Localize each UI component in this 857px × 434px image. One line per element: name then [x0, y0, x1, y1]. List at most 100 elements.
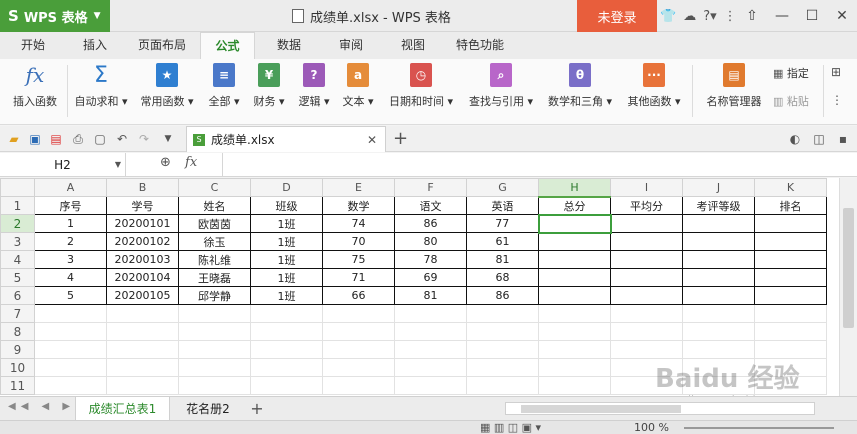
close-doc-icon[interactable]: ▪	[835, 131, 851, 147]
scroll-thumb[interactable]	[521, 405, 681, 413]
cell-I2[interactable]	[610, 214, 683, 233]
cell-A11[interactable]	[34, 376, 107, 395]
cell-K7[interactable]	[754, 304, 827, 323]
cell-D1[interactable]: 班级	[250, 196, 323, 215]
cell-E6[interactable]: 66	[322, 286, 395, 305]
cell-H6[interactable]	[538, 286, 611, 305]
restore-up-icon[interactable]: ⇧	[737, 8, 767, 24]
cell-H1[interactable]: 总分	[538, 196, 611, 215]
cell-E10[interactable]	[322, 358, 395, 377]
row-header[interactable]: 9	[0, 340, 35, 359]
cell-F11[interactable]	[394, 376, 467, 395]
cell-B8[interactable]	[106, 322, 179, 341]
cell-D10[interactable]	[250, 358, 323, 377]
row-header[interactable]: 7	[0, 304, 35, 323]
trace-icon[interactable]: ⊞	[831, 65, 841, 79]
close-tab-icon[interactable]: ✕	[367, 133, 377, 147]
cell-H9[interactable]	[538, 340, 611, 359]
financial-functions-button[interactable]: ¥ 财务 ▾	[249, 63, 289, 109]
cell-H2[interactable]	[537, 213, 612, 234]
date-time-functions-button[interactable]: ◷ 日期和时间 ▾	[384, 63, 458, 109]
doc-action-icon[interactable]: ◐	[787, 131, 803, 147]
cell-F10[interactable]	[394, 358, 467, 377]
cell-E7[interactable]	[322, 304, 395, 323]
column-header[interactable]: A	[34, 178, 107, 197]
pdf-icon[interactable]: ▤	[48, 131, 64, 147]
column-header[interactable]: J	[682, 178, 755, 197]
name-box[interactable]: H2 ▼	[0, 153, 126, 176]
cell-C9[interactable]	[178, 340, 251, 359]
cell-F3[interactable]: 80	[394, 232, 467, 251]
all-functions-button[interactable]: ≡ 全部 ▾	[204, 63, 244, 109]
cell-C5[interactable]: 王晓磊	[178, 268, 251, 287]
tab-start[interactable]: 开始	[8, 32, 58, 59]
tab-insert[interactable]: 插入	[70, 32, 120, 59]
text-functions-button[interactable]: a 文本 ▾	[338, 63, 378, 109]
cell-I9[interactable]	[610, 340, 683, 359]
cell-B3[interactable]: 20200102	[106, 232, 179, 251]
window-list-icon[interactable]: ◫	[811, 131, 827, 147]
cell-I3[interactable]	[610, 232, 683, 251]
cell-C3[interactable]: 徐玉	[178, 232, 251, 251]
sheet-tab-roster[interactable]: 花名册2	[176, 397, 240, 421]
row-header[interactable]: 6	[0, 286, 35, 305]
cell-F8[interactable]	[394, 322, 467, 341]
save-icon[interactable]: ▣	[27, 131, 43, 147]
cell-B9[interactable]	[106, 340, 179, 359]
cell-I6[interactable]	[610, 286, 683, 305]
cell-I5[interactable]	[610, 268, 683, 287]
row-header[interactable]: 3	[0, 232, 35, 251]
maximize-button[interactable]: ☐	[797, 8, 827, 24]
cell-C11[interactable]	[178, 376, 251, 395]
cell-E8[interactable]	[322, 322, 395, 341]
logical-functions-button[interactable]: ? 逻辑 ▾	[294, 63, 334, 109]
cell-G2[interactable]: 77	[466, 214, 539, 233]
cell-F4[interactable]: 78	[394, 250, 467, 269]
name-manager-button[interactable]: ▤ 名称管理器	[700, 63, 768, 109]
cell-G1[interactable]: 英语	[466, 196, 539, 215]
cell-I8[interactable]	[610, 322, 683, 341]
cell-H5[interactable]	[538, 268, 611, 287]
cloud-icon[interactable]: ☁	[683, 9, 696, 24]
cell-J4[interactable]	[682, 250, 755, 269]
cell-A6[interactable]: 5	[34, 286, 107, 305]
cell-D7[interactable]	[250, 304, 323, 323]
column-header[interactable]: D	[250, 178, 323, 197]
column-header[interactable]: K	[754, 178, 827, 197]
cell-B5[interactable]: 20200104	[106, 268, 179, 287]
login-button[interactable]: 未登录	[577, 0, 657, 32]
sheet-tab-summary[interactable]: 成绩汇总表1	[75, 397, 170, 421]
cell-B1[interactable]: 学号	[106, 196, 179, 215]
cell-J3[interactable]	[682, 232, 755, 251]
cell-J2[interactable]	[682, 214, 755, 233]
view-normal-icon[interactable]: ▦ ▥ ◫ ▣ ▾	[480, 421, 541, 434]
tab-review[interactable]: 审阅	[328, 32, 374, 59]
cell-K3[interactable]	[754, 232, 827, 251]
cell-K1[interactable]: 排名	[754, 196, 827, 215]
cell-G8[interactable]	[466, 322, 539, 341]
cell-H10[interactable]	[538, 358, 611, 377]
cell-C2[interactable]: 欧茵茵	[178, 214, 251, 233]
cell-E9[interactable]	[322, 340, 395, 359]
cell-H8[interactable]	[538, 322, 611, 341]
column-header[interactable]: E	[322, 178, 395, 197]
cell-J7[interactable]	[682, 304, 755, 323]
cell-K6[interactable]	[754, 286, 827, 305]
cell-B6[interactable]: 20200105	[106, 286, 179, 305]
cell-A10[interactable]	[34, 358, 107, 377]
print-preview-icon[interactable]: ▢	[92, 131, 108, 147]
cell-E4[interactable]: 75	[322, 250, 395, 269]
document-tab[interactable]: S 成绩单.xlsx ✕	[186, 126, 386, 152]
cell-H11[interactable]	[538, 376, 611, 395]
cell-K8[interactable]	[754, 322, 827, 341]
cell-D11[interactable]	[250, 376, 323, 395]
cell-A7[interactable]	[34, 304, 107, 323]
cell-B10[interactable]	[106, 358, 179, 377]
open-folder-icon[interactable]: ▰	[6, 131, 22, 147]
cell-G6[interactable]: 86	[466, 286, 539, 305]
cell-C6[interactable]: 邱学静	[178, 286, 251, 305]
paste-name-button[interactable]: ▥ 粘贴	[773, 93, 809, 109]
cell-A3[interactable]: 2	[34, 232, 107, 251]
cell-B4[interactable]: 20200103	[106, 250, 179, 269]
lookup-reference-button[interactable]: ⌕ 查找与引用 ▾	[464, 63, 538, 109]
